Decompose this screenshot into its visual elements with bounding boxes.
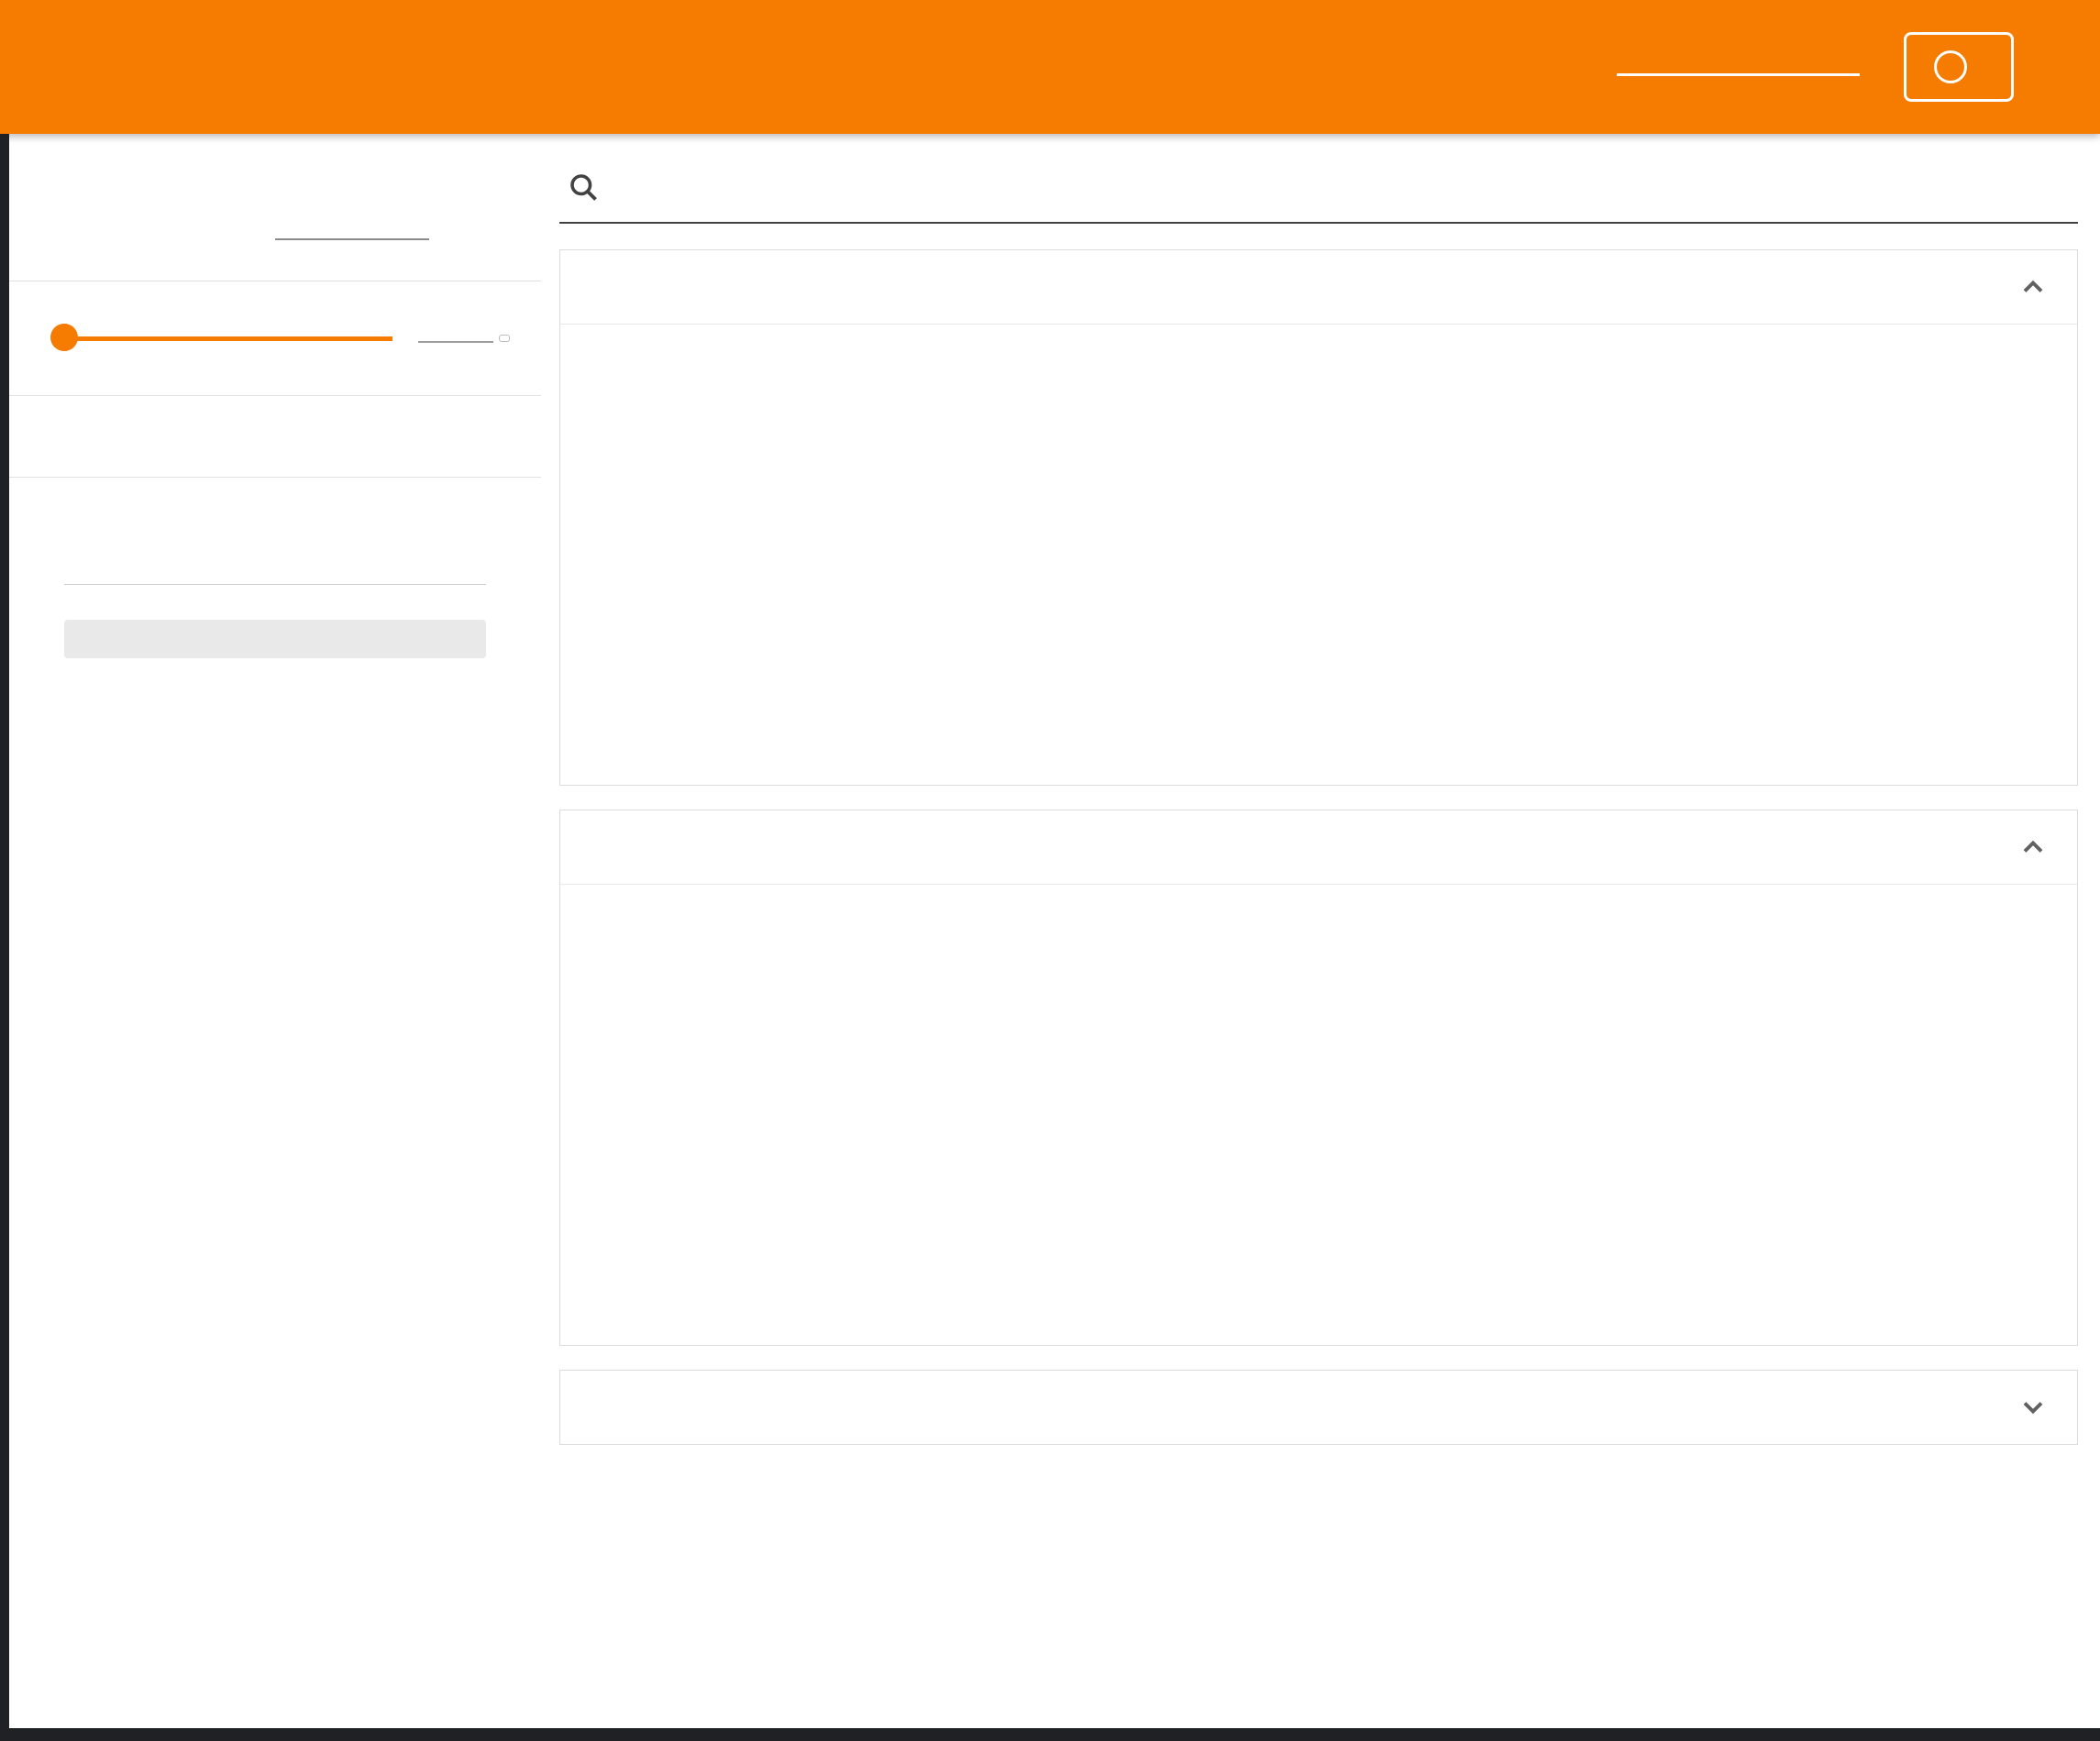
info-icon bbox=[1934, 50, 1967, 83]
smoothing-row bbox=[64, 322, 510, 355]
divider bbox=[0, 477, 541, 478]
chart-rollout-ep-rew-mean bbox=[1248, 910, 1896, 1321]
section-body-eval bbox=[560, 324, 2077, 785]
left-edge-scrollbar[interactable] bbox=[0, 134, 9, 1728]
tooltip-sorting-row bbox=[64, 227, 510, 240]
filter-tags-bar bbox=[559, 158, 2078, 224]
smoothing-slider[interactable] bbox=[64, 322, 392, 355]
window-bottom-edge bbox=[0, 1728, 2100, 1741]
slider-thumb[interactable] bbox=[50, 324, 78, 351]
main-content bbox=[541, 134, 2100, 1728]
settings-sidebar bbox=[0, 134, 541, 1728]
chevron-up-icon[interactable] bbox=[2017, 831, 2050, 864]
line-chart-rollout-ep-rew-mean[interactable] bbox=[1248, 925, 1890, 1314]
line-chart-eval-mean-ep-length[interactable] bbox=[601, 365, 1243, 754]
chart-eval-mean-ep-length bbox=[601, 350, 1248, 761]
tooltip-sorting-dropdown[interactable] bbox=[275, 227, 429, 240]
section-header-time[interactable] bbox=[560, 1371, 2077, 1444]
section-header-rollout[interactable] bbox=[560, 810, 2077, 884]
chart-eval-mean-reward bbox=[1248, 350, 1896, 761]
section-header-eval[interactable] bbox=[560, 250, 2077, 324]
section-eval bbox=[559, 249, 2078, 786]
divider bbox=[0, 395, 541, 396]
toggle-all-runs-button[interactable] bbox=[64, 620, 486, 658]
slider-fill bbox=[64, 336, 392, 341]
chevron-up-icon[interactable] bbox=[2017, 270, 2050, 303]
upload-button[interactable] bbox=[1904, 32, 2014, 102]
section-body-rollout bbox=[560, 884, 2077, 1345]
smoothing-value-input[interactable] bbox=[418, 334, 493, 343]
section-rollout bbox=[559, 810, 2078, 1346]
tag-groups bbox=[559, 249, 2078, 1445]
chart-rollout-ep-len-mean bbox=[601, 910, 1248, 1321]
status-dropdown[interactable] bbox=[1617, 59, 1860, 76]
slider-track[interactable] bbox=[64, 336, 392, 341]
filter-tags-input[interactable] bbox=[618, 172, 2071, 203]
chevron-down-icon[interactable] bbox=[2017, 1391, 2050, 1424]
line-chart-eval-mean-reward[interactable] bbox=[1248, 365, 1890, 754]
runs-filter-input[interactable] bbox=[64, 536, 486, 585]
search-icon bbox=[567, 171, 600, 204]
stepper-icon[interactable] bbox=[499, 335, 510, 342]
content-area bbox=[0, 134, 2100, 1728]
app-header bbox=[0, 0, 2100, 134]
line-chart-rollout-ep-len-mean[interactable] bbox=[601, 925, 1243, 1314]
section-time bbox=[559, 1370, 2078, 1445]
